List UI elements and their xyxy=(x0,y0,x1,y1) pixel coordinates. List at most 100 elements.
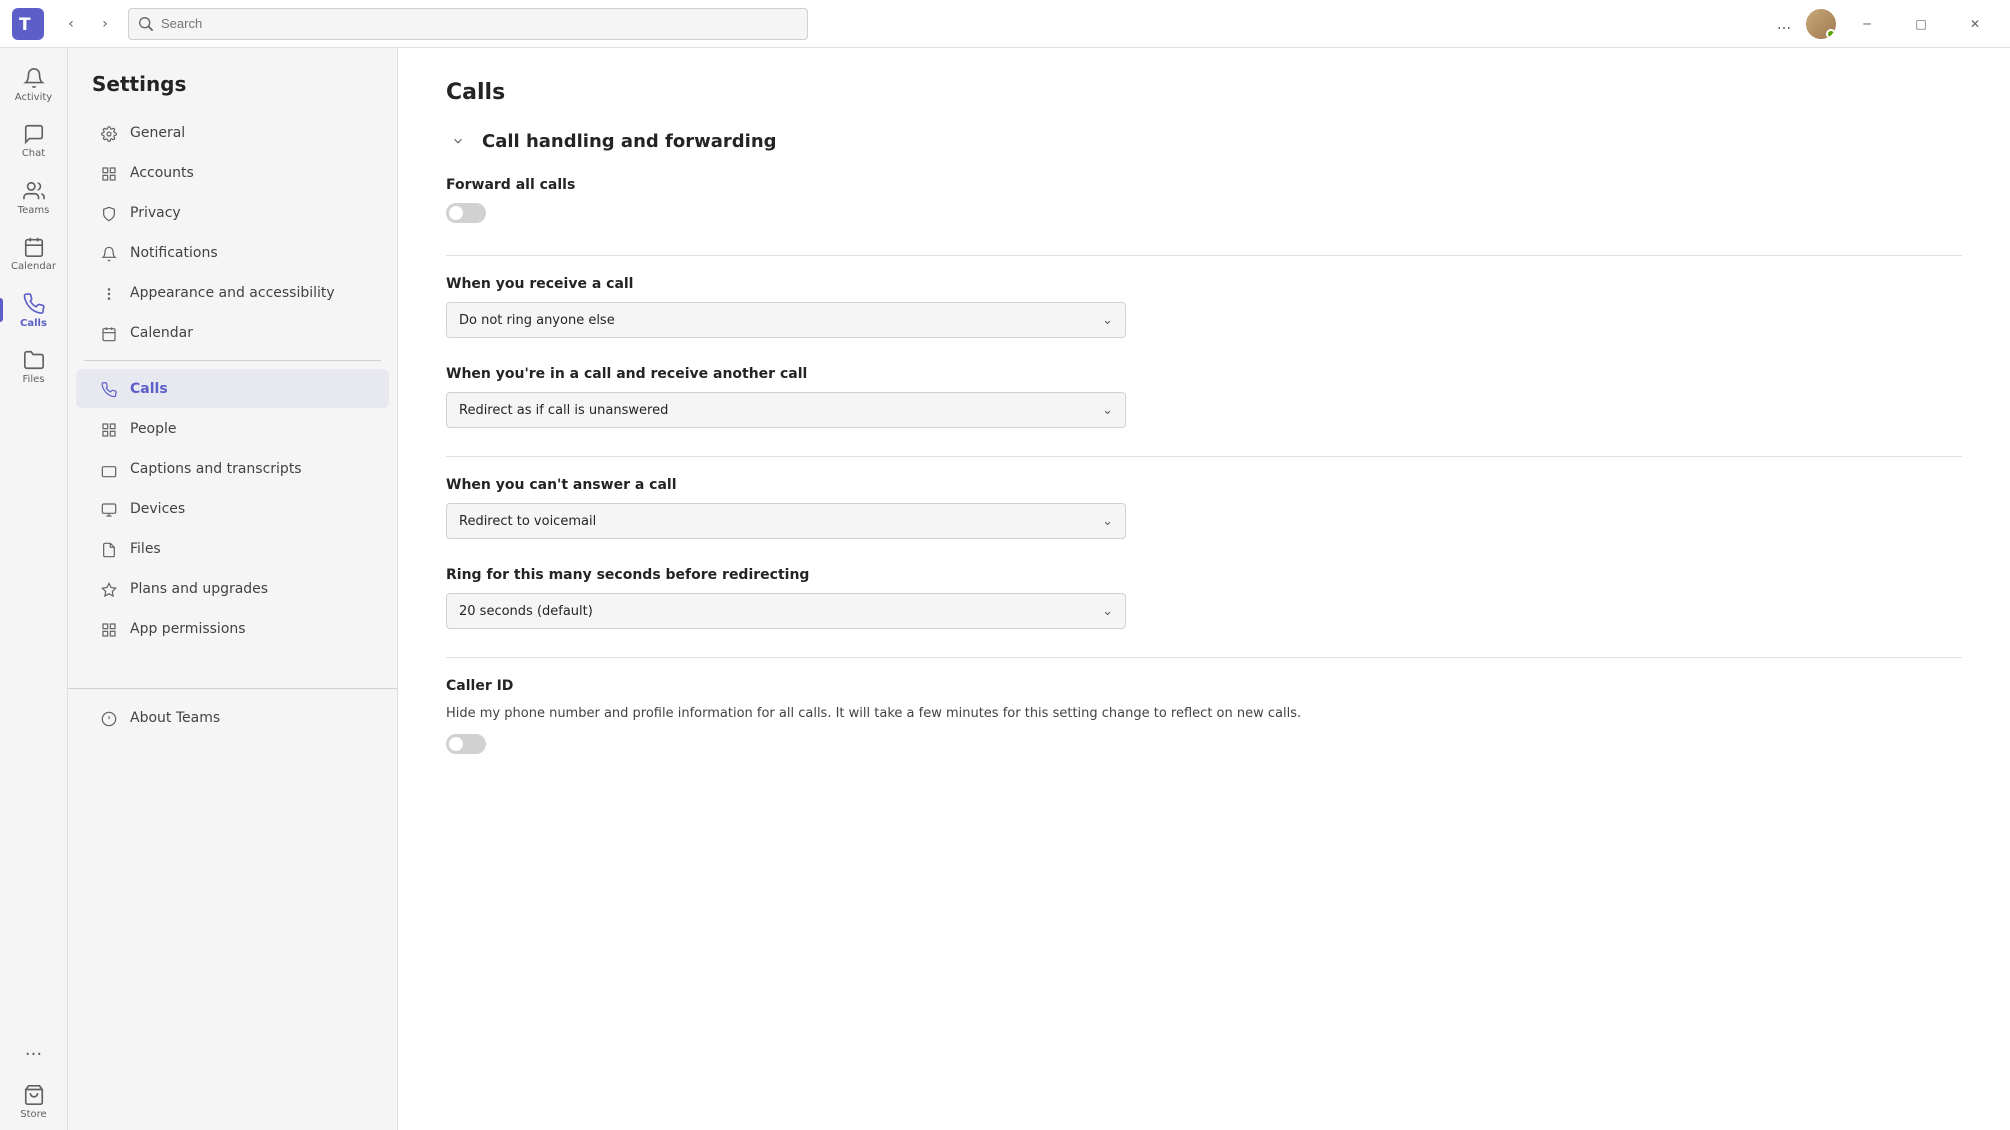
settings-menu-notifications[interactable]: Notifications xyxy=(76,233,389,272)
caller-id-toggle-wrapper xyxy=(446,734,486,754)
forward-all-calls-toggle-wrapper xyxy=(446,203,486,223)
ring-seconds-value: 20 seconds (default) xyxy=(459,604,593,619)
more-options-button[interactable]: ... xyxy=(1770,10,1798,38)
settings-menu-devices[interactable]: Devices xyxy=(76,489,389,528)
caller-id-toggle[interactable] xyxy=(446,734,486,754)
divider-1 xyxy=(446,255,1962,256)
forward-all-calls-row: Forward all calls xyxy=(446,177,1962,227)
sidebar-item-teams[interactable]: Teams xyxy=(0,171,67,224)
search-input[interactable] xyxy=(161,16,797,31)
sidebar-item-teams-label: Teams xyxy=(18,205,50,216)
sidebar-item-files[interactable]: Files xyxy=(0,341,67,394)
maximize-button[interactable]: □ xyxy=(1898,8,1944,40)
when-in-call-value: Redirect as if call is unanswered xyxy=(459,403,668,418)
when-in-call-dropdown[interactable]: Redirect as if call is unanswered ⌄ xyxy=(446,392,1126,428)
close-button[interactable]: ✕ xyxy=(1952,8,1998,40)
general-icon xyxy=(100,123,118,142)
sidebar-item-calls[interactable]: Calls xyxy=(0,284,67,337)
main-content: Calls Call handling and forwarding Forwa… xyxy=(398,48,2010,1130)
ring-seconds-label: Ring for this many seconds before redire… xyxy=(446,567,1962,583)
menu-captions-icon xyxy=(100,459,118,478)
forward-all-calls-label: Forward all calls xyxy=(446,177,1962,193)
forward-all-calls-toggle[interactable] xyxy=(446,203,486,223)
teams-icon xyxy=(23,179,45,202)
when-in-call-label: When you're in a call and receive anothe… xyxy=(446,366,1962,382)
settings-menu-calls[interactable]: Calls xyxy=(76,369,389,408)
settings-menu-plans[interactable]: Plans and upgrades xyxy=(76,569,389,608)
settings-menu-calendar[interactable]: Calendar xyxy=(76,313,389,352)
settings-menu-privacy[interactable]: Privacy xyxy=(76,193,389,232)
settings-menu-about[interactable]: About Teams xyxy=(76,698,389,737)
search-icon xyxy=(139,17,153,31)
settings-menu-people-label: People xyxy=(130,421,177,437)
when-in-call-chevron: ⌄ xyxy=(1102,403,1113,418)
settings-menu-calls-label: Calls xyxy=(130,381,168,397)
titlebar-right: ... ─ □ ✕ xyxy=(1770,8,1998,40)
section-title: Call handling and forwarding xyxy=(482,131,777,152)
when-cant-answer-chevron: ⌄ xyxy=(1102,514,1113,529)
menu-files-icon xyxy=(100,539,118,558)
menu-permissions-icon xyxy=(100,619,118,638)
sidebar-item-files-label: Files xyxy=(23,374,45,385)
chat-icon xyxy=(23,123,45,146)
settings-menu-appearance-label: Appearance and accessibility xyxy=(130,285,335,301)
settings-menu-permissions[interactable]: App permissions xyxy=(76,609,389,648)
settings-menu-general[interactable]: General xyxy=(76,113,389,152)
settings-menu-general-label: General xyxy=(130,125,185,141)
when-cant-answer-label: When you can't answer a call xyxy=(446,477,1962,493)
calls-icon xyxy=(23,292,45,315)
sidebar-item-activity-label: Activity xyxy=(15,92,52,103)
active-indicator xyxy=(0,298,3,322)
caller-id-row: Caller ID Hide my phone number and profi… xyxy=(446,678,1962,758)
settings-menu-accounts-label: Accounts xyxy=(130,165,194,181)
when-cant-answer-row: When you can't answer a call Redirect to… xyxy=(446,477,1962,539)
search-bar[interactable] xyxy=(128,8,808,40)
privacy-icon xyxy=(100,203,118,222)
settings-menu-captions[interactable]: Captions and transcripts xyxy=(76,449,389,488)
activity-icon xyxy=(23,66,45,89)
toggle-thumb xyxy=(449,206,463,220)
sidebar-item-store-label: Store xyxy=(20,1109,46,1120)
settings-menu-privacy-label: Privacy xyxy=(130,205,181,221)
divider-3 xyxy=(446,657,1962,658)
section-collapse-button[interactable] xyxy=(446,129,470,153)
menu-devices-icon xyxy=(100,499,118,518)
sidebar-item-store[interactable]: Store xyxy=(0,1076,67,1129)
page-title: Calls xyxy=(446,80,1962,105)
settings-menu-devices-label: Devices xyxy=(130,501,185,517)
sidebar-item-more[interactable]: ··· xyxy=(0,1038,67,1072)
settings-menu-files-label: Files xyxy=(130,541,161,557)
nav-forward-button[interactable]: › xyxy=(90,9,120,39)
notifications-icon xyxy=(100,243,118,262)
avatar[interactable] xyxy=(1806,9,1836,39)
ring-seconds-chevron: ⌄ xyxy=(1102,604,1113,619)
menu-about-icon xyxy=(100,708,118,727)
svg-text:T: T xyxy=(19,15,31,35)
settings-menu-people[interactable]: People xyxy=(76,409,389,448)
caller-id-label: Caller ID xyxy=(446,678,1962,694)
titlebar: T ‹ › ... ─ □ ✕ xyxy=(0,0,2010,48)
sidebar-item-calendar-label: Calendar xyxy=(11,261,56,272)
sidebar-item-chat[interactable]: Chat xyxy=(0,115,67,168)
settings-menu-about-label: About Teams xyxy=(130,710,220,726)
when-cant-answer-value: Redirect to voicemail xyxy=(459,514,596,529)
settings-menu-captions-label: Captions and transcripts xyxy=(130,461,302,477)
when-in-call-row: When you're in a call and receive anothe… xyxy=(446,366,1962,428)
app-body: Activity Chat Teams Calendar Call xyxy=(0,48,2010,1130)
settings-menu-calendar-label: Calendar xyxy=(130,325,193,341)
sidebar-item-calendar[interactable]: Calendar xyxy=(0,228,67,281)
when-receive-call-label: When you receive a call xyxy=(446,276,1962,292)
when-cant-answer-dropdown[interactable]: Redirect to voicemail ⌄ xyxy=(446,503,1126,539)
section-header: Call handling and forwarding xyxy=(446,129,1962,153)
nav-back-button[interactable]: ‹ xyxy=(56,9,86,39)
calendar-icon xyxy=(23,236,45,259)
when-receive-call-chevron: ⌄ xyxy=(1102,313,1113,328)
settings-menu-files[interactable]: Files xyxy=(76,529,389,568)
settings-title: Settings xyxy=(68,64,397,112)
settings-menu-appearance[interactable]: Appearance and accessibility xyxy=(76,273,389,312)
minimize-button[interactable]: ─ xyxy=(1844,8,1890,40)
sidebar-item-activity[interactable]: Activity xyxy=(0,58,67,111)
ring-seconds-dropdown[interactable]: 20 seconds (default) ⌄ xyxy=(446,593,1126,629)
settings-menu-accounts[interactable]: Accounts xyxy=(76,153,389,192)
when-receive-call-dropdown[interactable]: Do not ring anyone else ⌄ xyxy=(446,302,1126,338)
